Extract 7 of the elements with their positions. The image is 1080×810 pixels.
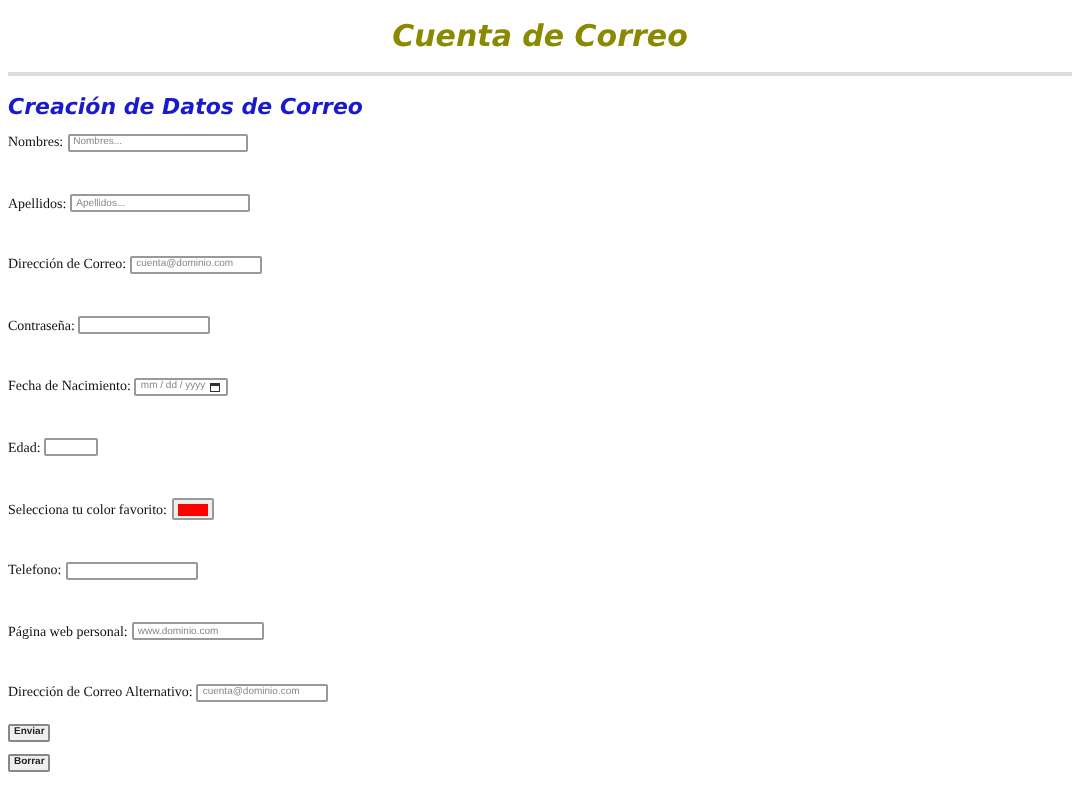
input-field[interactable] — [65, 561, 198, 580]
calendar-icon[interactable] — [209, 381, 220, 392]
input-field[interactable] — [44, 438, 99, 457]
page-title: Cuenta de Correo — [390, 16, 690, 56]
form-heading: Creación de Datos de Correo — [8, 94, 365, 122]
color-picker[interactable] — [171, 498, 213, 521]
input-field[interactable] — [78, 316, 211, 335]
